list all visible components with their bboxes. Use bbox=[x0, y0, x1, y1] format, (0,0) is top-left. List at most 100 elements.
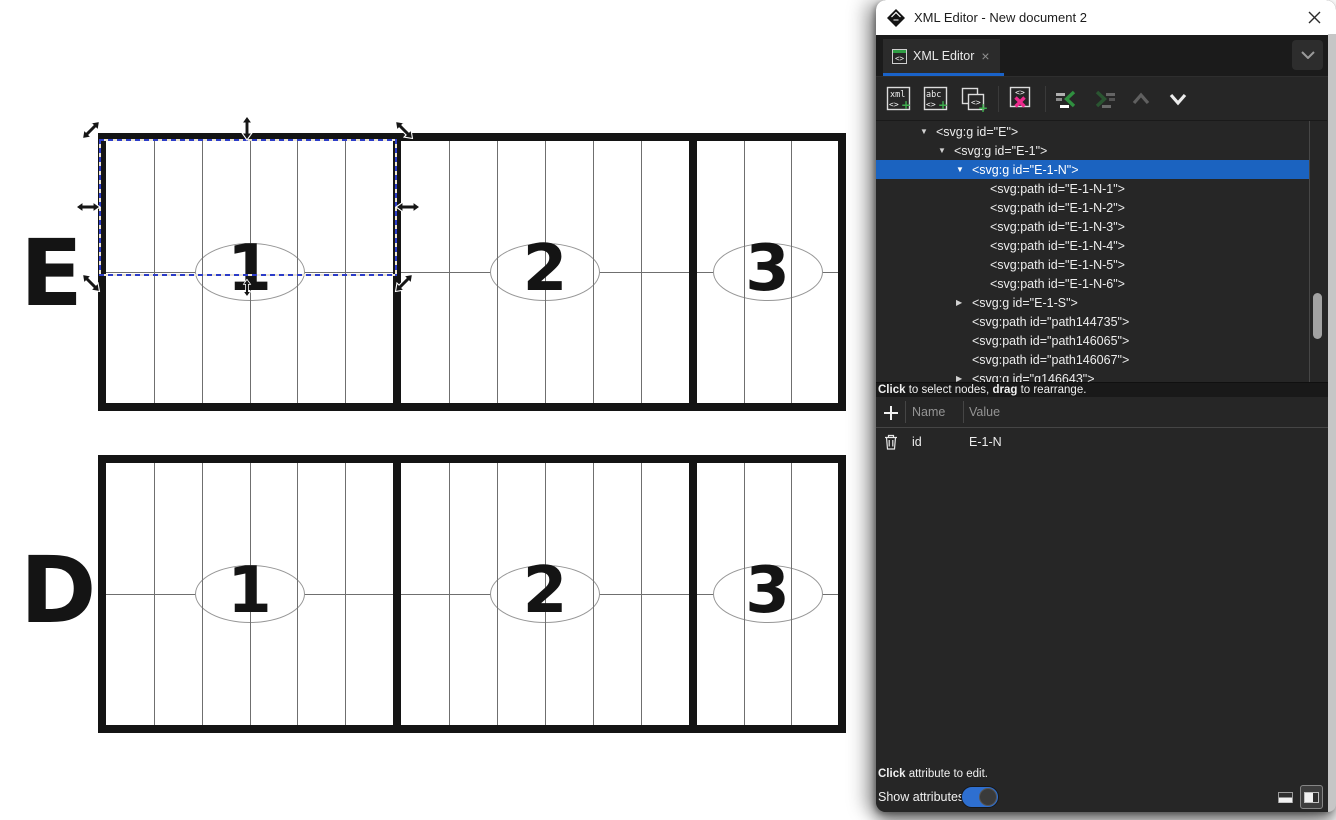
handle-s[interactable] bbox=[241, 275, 253, 301]
grid-line[interactable] bbox=[593, 141, 594, 403]
collapse-icon[interactable]: ▼ bbox=[938, 146, 954, 155]
column-divider bbox=[963, 401, 964, 423]
grid-line[interactable] bbox=[497, 463, 498, 725]
move-node-down-button[interactable] bbox=[1163, 84, 1193, 114]
row-frame-E[interactable]: 123 bbox=[98, 133, 846, 411]
xml-toolbar: xml <> + abc <> + <> + bbox=[876, 76, 1328, 120]
tree-node[interactable]: ▶<svg:g id="E-1-S"> bbox=[876, 293, 1309, 312]
handle-w[interactable] bbox=[75, 201, 101, 213]
tree-node[interactable]: <svg:path id="E-1-N-1"> bbox=[876, 179, 1309, 198]
svg-text:+: + bbox=[978, 101, 987, 113]
column-divider bbox=[905, 401, 906, 423]
grid-line[interactable] bbox=[154, 141, 155, 403]
grid-line[interactable] bbox=[202, 463, 203, 725]
attribute-name[interactable]: id bbox=[912, 429, 922, 455]
inkscape-logo-icon bbox=[886, 8, 906, 28]
tree-scrollbar[interactable] bbox=[1309, 121, 1327, 382]
unindent-node-button[interactable] bbox=[1052, 84, 1082, 114]
grid-line[interactable] bbox=[641, 141, 642, 403]
row-inner: 1 2 3 bbox=[106, 463, 838, 725]
dialog-tabbar: <> XML Editor × bbox=[876, 35, 1328, 76]
delete-attribute-button[interactable] bbox=[884, 434, 900, 450]
tree-node[interactable]: ▼<svg:g id="E-1-N"> bbox=[876, 160, 1309, 179]
section-divider[interactable] bbox=[393, 463, 401, 725]
dialog-close-button[interactable] bbox=[1302, 6, 1326, 30]
grid-line[interactable] bbox=[202, 141, 203, 403]
tab-label: XML Editor bbox=[913, 49, 974, 63]
toolbar-separator bbox=[998, 86, 999, 112]
tree-node[interactable]: <svg:path id="E-1-N-5"> bbox=[876, 255, 1309, 274]
indent-node-icon bbox=[1090, 85, 1118, 113]
delete-node-button[interactable]: <> bbox=[1005, 84, 1035, 114]
tree-node-label: <svg:g id="E"> bbox=[936, 125, 1018, 139]
tree-node[interactable]: <svg:path id="E-1-N-4"> bbox=[876, 236, 1309, 255]
tab-close-icon[interactable]: × bbox=[980, 49, 990, 63]
new-element-node-icon: xml <> + bbox=[885, 85, 913, 113]
delete-node-icon: <> bbox=[1006, 85, 1034, 113]
expand-icon[interactable]: ▶ bbox=[956, 374, 972, 382]
section-number[interactable]: 1 bbox=[227, 554, 272, 628]
tree-node[interactable]: <svg:path id="path144735"> bbox=[876, 312, 1309, 331]
move-node-up-button[interactable] bbox=[1126, 84, 1156, 114]
grid-line[interactable] bbox=[154, 463, 155, 725]
grid-line[interactable] bbox=[449, 141, 450, 403]
row-label-E[interactable]: E bbox=[20, 228, 81, 320]
new-text-node-button[interactable]: abc <> + bbox=[921, 84, 951, 114]
grid-line[interactable] bbox=[791, 141, 792, 403]
tree-node[interactable]: ▼<svg:g id="E"> bbox=[876, 122, 1309, 141]
toggle-knob bbox=[979, 788, 997, 806]
duplicate-node-button[interactable]: <> + bbox=[958, 84, 988, 114]
section-number[interactable]: 3 bbox=[745, 554, 790, 628]
grid-line[interactable] bbox=[297, 141, 298, 403]
tree-node-label: <svg:path id="path144735"> bbox=[972, 315, 1129, 329]
tree-node-label: <svg:g id="g146643"> bbox=[972, 372, 1095, 383]
svg-canvas[interactable]: E123D123 bbox=[0, 0, 876, 820]
indent-node-button[interactable] bbox=[1089, 84, 1119, 114]
grid-line[interactable] bbox=[593, 463, 594, 725]
tree-node[interactable]: ▼<svg:g id="E-1"> bbox=[876, 141, 1309, 160]
attributes-table: id E-1-N bbox=[876, 429, 1328, 455]
grid-line[interactable] bbox=[497, 141, 498, 403]
section-divider[interactable] bbox=[689, 463, 697, 725]
section-divider[interactable] bbox=[689, 141, 697, 403]
grid-line[interactable] bbox=[641, 463, 642, 725]
attribute-value[interactable]: E-1-N bbox=[969, 429, 1002, 455]
tree-node-label: <svg:path id="E-1-N-5"> bbox=[990, 258, 1125, 272]
tree-node[interactable]: <svg:path id="path146065"> bbox=[876, 331, 1309, 350]
tree-node[interactable]: <svg:path id="E-1-N-3"> bbox=[876, 217, 1309, 236]
grid-line[interactable] bbox=[449, 463, 450, 725]
tree-scrollbar-thumb[interactable] bbox=[1313, 293, 1322, 339]
tree-node[interactable]: <svg:path id="path146067"> bbox=[876, 350, 1309, 369]
duplicate-node-icon: <> + bbox=[959, 85, 987, 113]
tree-node[interactable]: ▶<svg:g id="g146643"> bbox=[876, 369, 1309, 382]
tree-node[interactable]: <svg:path id="E-1-N-6"> bbox=[876, 274, 1309, 293]
panel-menu-button[interactable] bbox=[1292, 40, 1323, 70]
layout-horizontal-button[interactable] bbox=[1274, 785, 1297, 809]
section-number[interactable]: 3 bbox=[745, 232, 790, 306]
collapse-icon[interactable]: ▼ bbox=[956, 165, 972, 174]
show-attributes-toggle[interactable] bbox=[961, 786, 999, 808]
new-element-node-button[interactable]: xml <> + bbox=[884, 84, 914, 114]
tree-node-label: <svg:path id="path146067"> bbox=[972, 353, 1129, 367]
collapse-icon[interactable]: ▼ bbox=[920, 127, 936, 136]
tree-node-label: <svg:g id="E-1-N"> bbox=[972, 163, 1079, 177]
xml-node-tree: ▼<svg:g id="E">▼<svg:g id="E-1">▼<svg:g … bbox=[876, 120, 1327, 382]
expand-icon[interactable]: ▶ bbox=[956, 298, 972, 307]
add-attribute-button[interactable] bbox=[882, 404, 900, 422]
handle-e[interactable] bbox=[395, 201, 421, 213]
section-number[interactable]: 2 bbox=[523, 554, 568, 628]
section-number[interactable]: 2 bbox=[523, 232, 568, 306]
dialog-titlebar[interactable]: XML Editor - New document 2 bbox=[876, 0, 1336, 35]
row-label-D[interactable]: D bbox=[20, 545, 94, 637]
row-frame-D[interactable]: 1 2 3 bbox=[98, 455, 846, 733]
grid-line[interactable] bbox=[791, 463, 792, 725]
tree-node[interactable]: <svg:path id="E-1-N-2"> bbox=[876, 198, 1309, 217]
grid-line[interactable] bbox=[345, 463, 346, 725]
trash-icon bbox=[884, 434, 898, 450]
tree-node-label: <svg:path id="E-1-N-4"> bbox=[990, 239, 1125, 253]
grid-line[interactable] bbox=[345, 141, 346, 403]
tab-xml-editor[interactable]: <> XML Editor × bbox=[883, 39, 1000, 73]
handle-n[interactable] bbox=[241, 115, 253, 141]
layout-vertical-button[interactable] bbox=[1300, 785, 1323, 809]
grid-line[interactable] bbox=[297, 463, 298, 725]
